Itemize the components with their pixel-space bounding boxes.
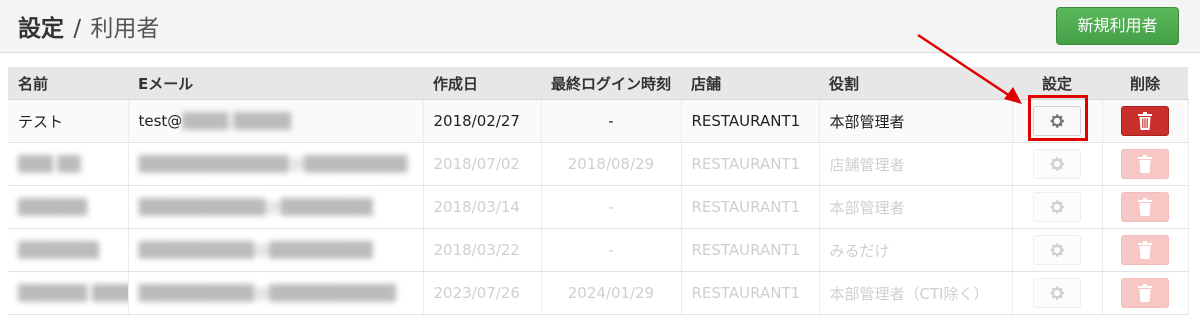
gear-icon — [1050, 200, 1064, 214]
cell-role: 本部管理者（CTI除く） — [819, 271, 1013, 315]
trash-icon — [1138, 241, 1152, 259]
cell-last-login: - — [541, 185, 682, 229]
cell-role: 店舗管理者 — [819, 142, 1013, 186]
cell-settings — [1012, 142, 1103, 186]
cell-delete — [1102, 271, 1189, 315]
page-title: 設定 / 利用者 — [18, 9, 159, 43]
highlight-box — [1028, 95, 1088, 141]
cell-last-login: - — [541, 228, 682, 272]
column-header-created: 作成日 — [423, 67, 541, 100]
gear-icon — [1050, 243, 1064, 257]
cell-last-login: - — [541, 99, 682, 143]
cell-store: RESTAURANT1 — [681, 271, 820, 315]
column-header-store: 店舗 — [681, 67, 819, 100]
cell-store: RESTAURANT1 — [681, 185, 820, 229]
cell-delete — [1102, 99, 1189, 143]
column-header-delete: 削除 — [1102, 67, 1188, 100]
cell-settings — [1012, 228, 1103, 272]
cell-name: ███ ██ — [8, 142, 129, 186]
table-row: ███████ ██████████@█████████ 2018/03/22 … — [8, 228, 1189, 272]
cell-email: test@████ █████ — [128, 99, 424, 143]
delete-button[interactable] — [1121, 192, 1169, 222]
cell-role: みるだけ — [819, 228, 1013, 272]
cell-email: █████████████@█████████ — [128, 142, 424, 186]
cell-created: 2023/07/26 — [423, 271, 542, 315]
cell-name: ██████ ████ — [8, 271, 129, 315]
cell-created: 2018/03/22 — [423, 228, 542, 272]
delete-button[interactable] — [1121, 235, 1169, 265]
delete-button[interactable] — [1121, 278, 1169, 308]
page-header: 設定 / 利用者 新規利用者 — [0, 0, 1200, 53]
cell-created: 2018/07/02 — [423, 142, 542, 186]
gear-icon — [1050, 286, 1064, 300]
cell-settings — [1012, 185, 1103, 229]
cell-delete — [1102, 142, 1189, 186]
table-row: ██████ ████ ██████████@███████████ 2023/… — [8, 271, 1189, 315]
gear-icon — [1050, 157, 1064, 171]
trash-icon — [1138, 112, 1152, 130]
table-row: テスト test@████ █████ 2018/02/27 - RESTAUR… — [8, 99, 1189, 143]
trash-icon — [1138, 284, 1152, 302]
cell-email: ██████████@█████████ — [128, 228, 424, 272]
delete-button[interactable] — [1121, 106, 1169, 136]
column-header-email: Eメール — [128, 67, 423, 100]
column-header-role: 役割 — [819, 67, 1012, 100]
column-header-last-login: 最終ログイン時刻 — [541, 67, 681, 100]
cell-store: RESTAURANT1 — [681, 142, 820, 186]
title-separator: / — [73, 16, 82, 42]
cell-last-login: 2018/08/29 — [541, 142, 682, 186]
email-redacted: ████ █████ — [182, 112, 291, 130]
trash-icon — [1138, 155, 1152, 173]
cell-name: ███████ — [8, 228, 129, 272]
settings-button[interactable] — [1033, 149, 1081, 179]
settings-button[interactable] — [1033, 235, 1081, 265]
cell-last-login: 2024/01/29 — [541, 271, 682, 315]
settings-button[interactable] — [1033, 192, 1081, 222]
table-row: ███ ██ █████████████@█████████ 2018/07/0… — [8, 142, 1189, 186]
new-user-button[interactable]: 新規利用者 — [1056, 7, 1179, 45]
cell-name: ██████ — [8, 185, 129, 229]
cell-delete — [1102, 228, 1189, 272]
cell-role: 本部管理者 — [819, 185, 1013, 229]
cell-store: RESTAURANT1 — [681, 99, 820, 143]
column-header-name: 名前 — [8, 67, 128, 100]
cell-email: ██████████@███████████ — [128, 271, 424, 315]
cell-delete — [1102, 185, 1189, 229]
cell-settings — [1012, 271, 1103, 315]
email-text: test@ — [138, 112, 183, 130]
cell-store: RESTAURANT1 — [681, 228, 820, 272]
table-row: ██████ ███████████@████████ 2018/03/14 -… — [8, 185, 1189, 229]
title-sub: 利用者 — [90, 16, 160, 42]
table-header-row: 名前 Eメール 作成日 最終ログイン時刻 店舗 役割 設定 削除 — [8, 67, 1188, 100]
title-main: 設定 — [18, 16, 64, 42]
cell-email: ███████████@████████ — [128, 185, 424, 229]
cell-created: 2018/03/14 — [423, 185, 542, 229]
delete-button[interactable] — [1121, 149, 1169, 179]
cell-name: テスト — [8, 99, 129, 143]
settings-button[interactable] — [1033, 278, 1081, 308]
users-table: 名前 Eメール 作成日 最終ログイン時刻 店舗 役割 設定 削除 テスト tes… — [8, 67, 1189, 315]
cell-created: 2018/02/27 — [423, 99, 542, 143]
cell-role: 本部管理者 — [819, 99, 1013, 143]
trash-icon — [1138, 198, 1152, 216]
